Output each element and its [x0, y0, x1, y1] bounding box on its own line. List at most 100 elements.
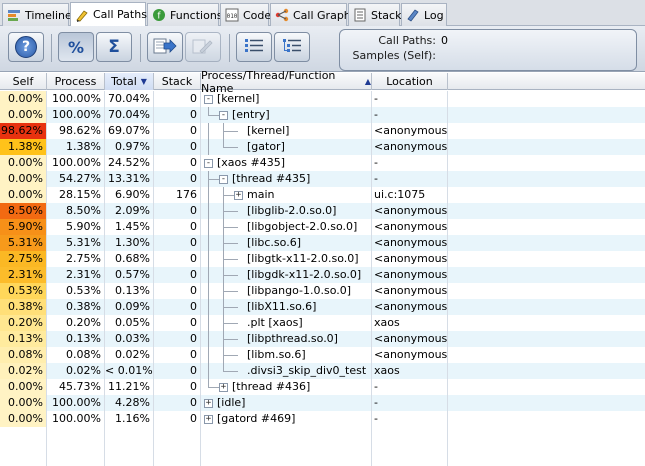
table-row[interactable]: 0.00% 100.00% 1.16% 0 - + [gatord #469] [0, 411, 645, 427]
list-icon [243, 37, 265, 58]
call-paths-value: 0 [441, 34, 448, 47]
tab-call-paths[interactable]: Call Paths [70, 2, 147, 26]
sum-toggle-button[interactable]: Σ [96, 32, 132, 62]
table-row[interactable]: 0.00% 100.00% 24.52% 0- - [xaos #435] [0, 155, 645, 171]
table-row[interactable]: 2.75%2.75%0.68%0<anonymous>[libgtk-x11-2… [0, 251, 645, 267]
total-cell: 0.09% [105, 299, 154, 315]
table-row[interactable]: 0.00% 100.00% 70.04% 0- - [entry] [0, 107, 645, 123]
expand-toggle-icon[interactable]: + [204, 399, 213, 408]
table-row[interactable]: 0.00% 100.00% 70.04% 0- - [kernel] [0, 91, 645, 107]
collapse-toggle-icon[interactable]: - [204, 95, 213, 104]
tree-guide-line [208, 299, 209, 315]
tree-guide-line [223, 307, 238, 308]
process-cell: 0.02% [47, 363, 105, 379]
collapse-toggle-icon[interactable]: - [204, 159, 213, 168]
tree-view-button[interactable] [274, 32, 310, 62]
stack-cell: 0 [154, 283, 201, 299]
table-row[interactable]: 0.00% 100.00% 4.28% 0 - + [idle] [0, 395, 645, 411]
tree-guide-line [208, 379, 209, 387]
column-header-total[interactable]: Total ▼ [105, 73, 154, 90]
location-cell: - [372, 155, 448, 171]
expand-toggle-icon[interactable]: + [219, 383, 228, 392]
tree-guide-line [223, 259, 238, 260]
name-cell: [libm.so.6] [201, 347, 372, 363]
table-row[interactable]: 1.38%1.38%0.97%0<anonymous>[gator] [0, 139, 645, 155]
table-row[interactable]: 0.00% 28.15% 6.90% 176 ui.c:1075 + main [0, 187, 645, 203]
tree-guide-line [208, 267, 209, 283]
location-cell: - [372, 91, 448, 107]
expand-toggle-icon[interactable]: + [204, 415, 213, 424]
column-header-location[interactable]: Location [372, 73, 448, 90]
tree-guide-line [208, 251, 209, 267]
process-cell: 5.90% [47, 219, 105, 235]
process-cell: 2.31% [47, 267, 105, 283]
column-label: Process [54, 75, 97, 88]
percent-toggle-button[interactable]: % [58, 32, 94, 62]
table-row[interactable]: 5.31%5.31%1.30%0<anonymous>[libc.so.6] [0, 235, 645, 251]
collapse-toggle-icon[interactable]: - [219, 111, 228, 120]
tab-label: Code [243, 8, 272, 22]
tree-guide-line [208, 203, 209, 219]
tab-functions[interactable]: f Functions [147, 3, 223, 26]
stack-cell: 0 [154, 251, 201, 267]
tab-stack[interactable]: Stack [348, 3, 401, 26]
table-row[interactable]: 0.00% 45.73% 11.21% 0 - + [thread #436] [0, 379, 645, 395]
process-cell: 100.00% [47, 155, 105, 171]
total-cell: 2.09% [105, 203, 154, 219]
stack-cell: 0 [154, 107, 201, 123]
table-row[interactable]: 0.13%0.13%0.03%0<anonymous>[libpthread.s… [0, 331, 645, 347]
table-row[interactable]: 98.62%98.62%69.07%0<anonymous>[kernel] [0, 123, 645, 139]
code-icon: 010 [225, 8, 239, 22]
stack-cell: 0 [154, 171, 201, 187]
table-row[interactable]: 0.53%0.53%0.13%0<anonymous>[libpango-1.0… [0, 283, 645, 299]
tab-code[interactable]: 010 Code [220, 3, 272, 26]
column-header-self[interactable]: Self [0, 73, 47, 90]
location-cell: <anonymous> [374, 347, 448, 363]
column-divider [371, 427, 372, 466]
help-button[interactable]: ? [8, 32, 44, 62]
self-cell: 98.62% [0, 123, 47, 139]
name-cell: [libgtk-x11-2.0.so.0] [201, 251, 372, 267]
collapse-toggle-icon[interactable]: - [219, 175, 228, 184]
name-cell: [libgobject-2.0.so.0] [201, 219, 372, 235]
stack-cell: 0 [154, 411, 201, 427]
flat-list-button[interactable] [236, 32, 272, 62]
column-header-name[interactable]: Process/Thread/Function Name ▲ [201, 69, 372, 95]
function-name-label: [libm.so.6] [247, 348, 306, 361]
table-row[interactable]: 0.02% 0.02% < 0.01% 0 xaos .divsi3_skip_div0_… [0, 363, 645, 379]
column-divider [447, 427, 448, 466]
table-row[interactable]: 0.20% 0.20% 0.05% 0 xaos .plt [xaos] [0, 315, 645, 331]
tab-log[interactable]: Log [401, 3, 447, 26]
column-header-process[interactable]: Process [47, 73, 105, 90]
stack-cell: 176 [154, 187, 201, 203]
table-row[interactable]: 5.90%5.90%1.45%0<anonymous>[libgobject-2… [0, 219, 645, 235]
table-row[interactable]: 2.31%2.31%0.57%0<anonymous>[libgdk-x11-2… [0, 267, 645, 283]
expand-selected-button[interactable] [147, 32, 183, 62]
column-header-stack[interactable]: Stack [154, 73, 201, 90]
tree-guide-line [208, 187, 209, 203]
expand-toggle-icon[interactable]: + [234, 191, 243, 200]
tab-timeline[interactable]: Timeline [2, 3, 72, 26]
tab-label: Call Graph [293, 8, 351, 22]
table-row[interactable]: 0.00% 54.27% 13.31% 0- - [thread #435] [0, 171, 645, 187]
stack-cell: 0 [154, 91, 201, 107]
table-row[interactable]: 8.50%8.50%2.09%0<anonymous>[libglib-2.0.… [0, 203, 645, 219]
timeline-icon [7, 8, 21, 22]
table-row[interactable]: 0.08%0.08%0.02%0<anonymous>[libm.so.6] [0, 347, 645, 363]
total-cell: 69.07% [105, 123, 154, 139]
location-cell: <anonymous> [374, 123, 448, 139]
function-name-label: [idle] [217, 396, 246, 409]
tree-guide-line [223, 363, 224, 371]
tree-guide-line [208, 283, 209, 299]
column-divider [153, 427, 154, 466]
view-tab-bar: Timeline Call Paths f Functions 010 Code… [0, 0, 645, 26]
function-name-label: [entry] [232, 108, 270, 121]
process-cell: 0.38% [47, 299, 105, 315]
table-row[interactable]: 0.38%0.38%0.09%0<anonymous>[libX11.so.6] [0, 299, 645, 315]
stack-cell: 0 [154, 203, 201, 219]
location-cell: xaos [372, 315, 448, 331]
tab-call-graph[interactable]: Call Graph [270, 3, 351, 26]
edit-button[interactable] [185, 32, 221, 62]
tree-guide-line [223, 275, 238, 276]
name-cell: - [entry] [201, 107, 372, 123]
